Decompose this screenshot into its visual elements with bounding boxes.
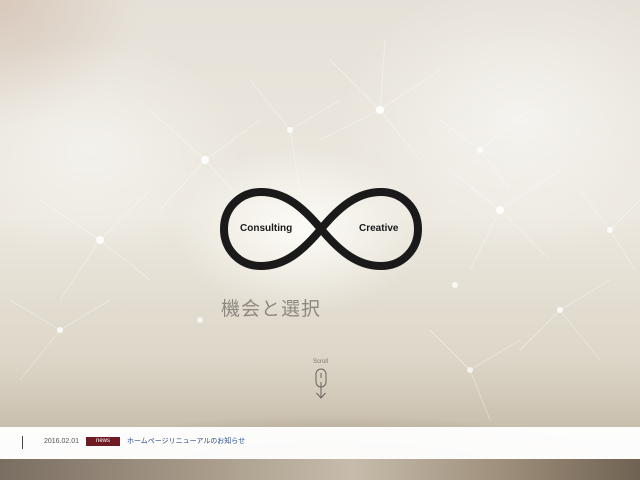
news-link[interactable]: ホームページリニューアルのお知らせ — [127, 436, 245, 447]
background-bottom-strip — [0, 459, 640, 480]
logo-consulting-label: Consulting — [240, 223, 293, 234]
news-divider — [22, 436, 23, 449]
logo-creative-label: Creative — [359, 223, 399, 234]
news-date: 2016.02.01 — [44, 438, 80, 445]
hero-tagline: 機会と選択 — [221, 298, 322, 320]
news-bar: 2016.02.01 news ホームページリニューアルのお知らせ — [0, 427, 640, 459]
news-category-badge: news — [86, 437, 120, 446]
landing-page: Consulting Creative 機会と選択 Scroll 2016.02… — [0, 0, 640, 480]
mouse-scroll-icon[interactable] — [313, 368, 329, 400]
scroll-label: Scroll — [313, 359, 329, 365]
